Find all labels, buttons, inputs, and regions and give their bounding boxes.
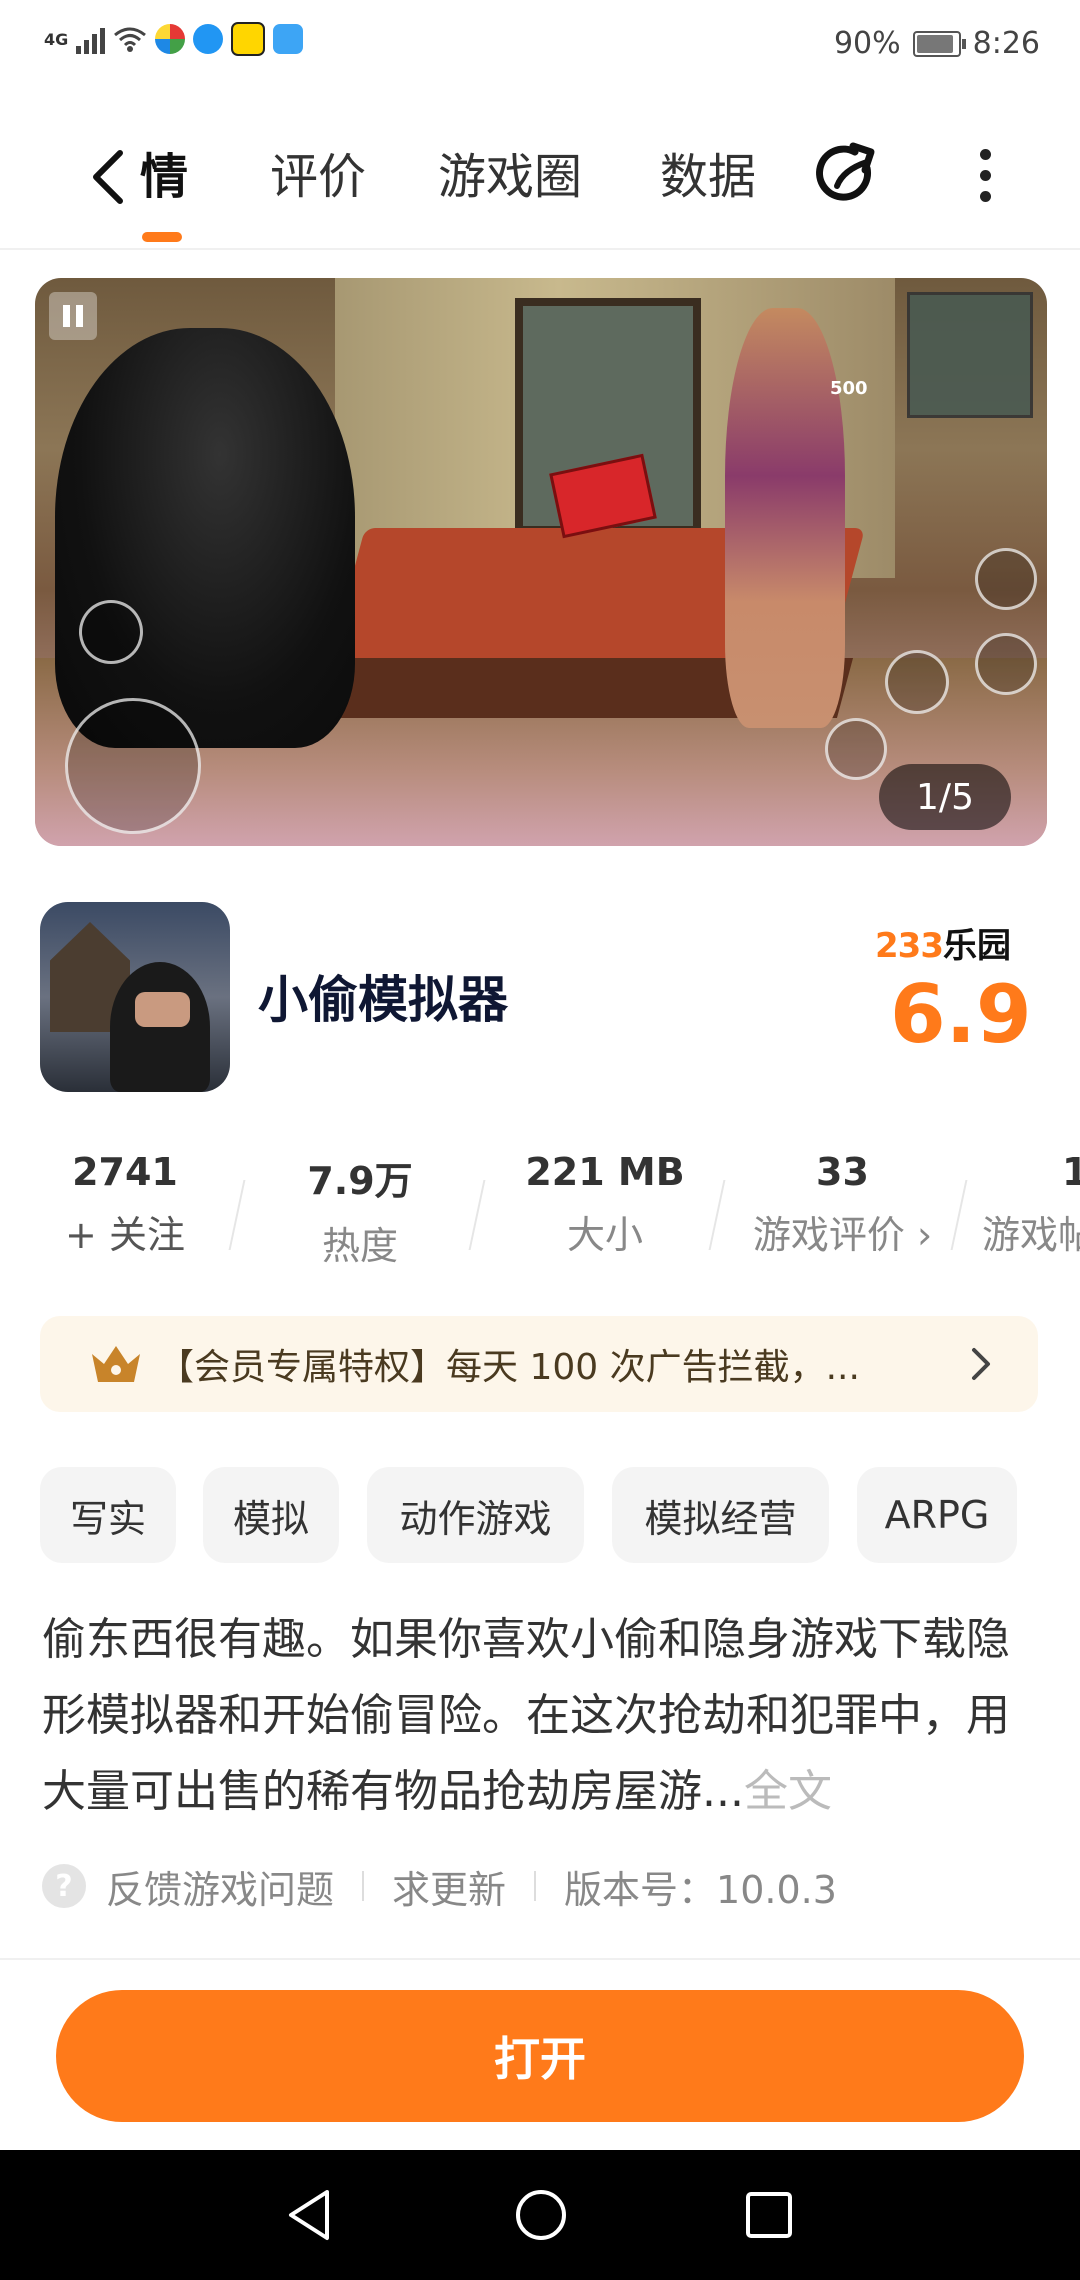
wifi-icon xyxy=(114,27,147,52)
more-button[interactable] xyxy=(965,140,1005,210)
share-button[interactable] xyxy=(815,140,885,210)
scene-woman xyxy=(725,308,845,728)
status-right: 90% 8:26 xyxy=(834,26,1040,61)
battery-percent: 90% xyxy=(833,26,901,61)
crowbar-control xyxy=(975,633,1037,695)
stat-label: 热度 xyxy=(321,1224,398,1268)
game-description: 偷东西很有趣。如果你喜欢小偷和隐身游戏下载隐形模拟器和开始偷冒险。在这次抢劫和犯… xyxy=(42,1602,1042,1830)
carousel-counter: 1/5 xyxy=(879,764,1011,830)
stat-value: 33 xyxy=(816,1150,869,1194)
crown-icon xyxy=(92,1346,140,1382)
hud-coin-count: 500 xyxy=(830,378,868,399)
weather-icon xyxy=(273,24,304,54)
tab-game-circle[interactable]: 游戏圈 xyxy=(438,142,582,212)
screenshot-carousel[interactable]: 500 1/5 xyxy=(35,278,1047,846)
battery-icon xyxy=(912,30,966,57)
meta-row: ? 反馈游戏问题 求更新 版本号：10.0.3 xyxy=(42,1856,837,1916)
stat-value: 2741 xyxy=(72,1150,178,1194)
stat-value: 1 xyxy=(1062,1150,1080,1194)
hand-control xyxy=(825,718,887,780)
stat-divider xyxy=(708,1180,726,1250)
stat-posts[interactable]: 1 游戏帖 xyxy=(982,1150,1080,1259)
flashlight-control xyxy=(885,650,949,714)
tag-chip[interactable]: 写实 xyxy=(40,1467,176,1563)
stat-value: 7.9万 xyxy=(307,1159,413,1203)
member-privilege-bar[interactable]: 【会员专属特权】每天 100 次广告拦截，... xyxy=(40,1316,1038,1412)
minimap xyxy=(907,292,1033,418)
description-text: 偷东西很有趣。如果你喜欢小偷和隐身游戏下载隐形模拟器和开始偷冒险。在这次抢劫和犯… xyxy=(42,1614,1010,1817)
stat-follow[interactable]: 2741 + 关注 xyxy=(40,1150,210,1259)
clock: 8:26 xyxy=(972,26,1040,61)
more-dot xyxy=(979,190,991,202)
more-dot xyxy=(979,148,991,160)
notification-app-icon xyxy=(231,22,266,56)
stat-divider xyxy=(950,1180,968,1250)
meta-divider xyxy=(534,1871,537,1901)
active-tab-indicator xyxy=(142,232,182,242)
member-text: 【会员专属特权】每天 100 次广告拦截，... xyxy=(158,1347,860,1388)
read-more-link[interactable]: 全文 xyxy=(744,1766,832,1817)
top-nav: 情 评价 游戏圈 数据 xyxy=(0,120,1080,250)
icon-face xyxy=(135,992,190,1027)
system-nav-bar xyxy=(0,2150,1080,2280)
version-label: 版本号：10.0.3 xyxy=(564,1867,837,1912)
app-icon xyxy=(40,902,230,1092)
status-bar: 4G 90% 8:26 xyxy=(0,0,1080,90)
app-name: 小偷模拟器 xyxy=(258,971,508,1029)
stat-divider xyxy=(468,1180,486,1250)
notification-app-icon xyxy=(193,24,224,54)
request-update-link[interactable]: 求更新 xyxy=(392,1859,506,1914)
tag-chip[interactable]: 模拟 xyxy=(203,1467,339,1563)
scene-thief xyxy=(55,328,355,748)
system-home-icon[interactable] xyxy=(514,2188,568,2242)
stat-label: 游戏评价 › xyxy=(752,1213,933,1257)
meta-divider xyxy=(362,1871,365,1901)
stat-popularity: 7.9万 热度 xyxy=(270,1150,450,1270)
tab-details[interactable]: 情 xyxy=(140,142,188,212)
feedback-link[interactable]: 反馈游戏问题 xyxy=(106,1859,334,1914)
tag-chip[interactable]: 模拟经营 xyxy=(612,1467,829,1563)
signal-icon xyxy=(76,24,106,54)
nav-divider xyxy=(0,248,1080,250)
tag-chip[interactable]: 动作游戏 xyxy=(367,1467,584,1563)
share-icon xyxy=(816,142,875,201)
pause-button[interactable] xyxy=(49,292,97,340)
chevron-right-icon xyxy=(972,1348,990,1380)
system-back-icon[interactable] xyxy=(285,2188,335,2242)
help-icon: ? xyxy=(42,1864,86,1908)
more-dot xyxy=(979,169,991,181)
app-score: 6.9 xyxy=(890,968,1032,1061)
stat-reviews[interactable]: 33 游戏评价 › xyxy=(735,1150,950,1259)
stats-row: 2741 + 关注 7.9万 热度 221 MB 大小 33 游戏评价 › 1 … xyxy=(0,1150,1080,1270)
notification-app-icon xyxy=(155,24,186,54)
bottom-divider xyxy=(0,1958,1080,1960)
stat-value: 221 MB xyxy=(525,1150,685,1194)
tab-data[interactable]: 数据 xyxy=(660,142,756,212)
stat-label: + 关注 xyxy=(65,1213,185,1257)
brand-logo: 233乐园 xyxy=(875,926,1011,966)
chevron-left-icon xyxy=(93,150,123,204)
system-recents-icon[interactable] xyxy=(744,2188,794,2242)
open-button[interactable]: 打开 xyxy=(56,1990,1024,2122)
tab-reviews[interactable]: 评价 xyxy=(270,142,366,212)
stat-label: 大小 xyxy=(566,1213,643,1257)
back-button[interactable] xyxy=(78,142,138,212)
tag-chip[interactable]: ARPG xyxy=(857,1467,1017,1563)
run-control xyxy=(975,548,1037,610)
stat-size: 221 MB 大小 xyxy=(505,1150,705,1259)
joystick-control xyxy=(65,698,201,834)
stat-label: 游戏帖 xyxy=(982,1213,1080,1257)
crouch-control xyxy=(79,600,143,664)
network-type: 4G xyxy=(44,29,69,49)
stat-divider xyxy=(228,1180,246,1250)
status-left: 4G xyxy=(44,22,304,56)
icon-hood xyxy=(110,962,210,1092)
